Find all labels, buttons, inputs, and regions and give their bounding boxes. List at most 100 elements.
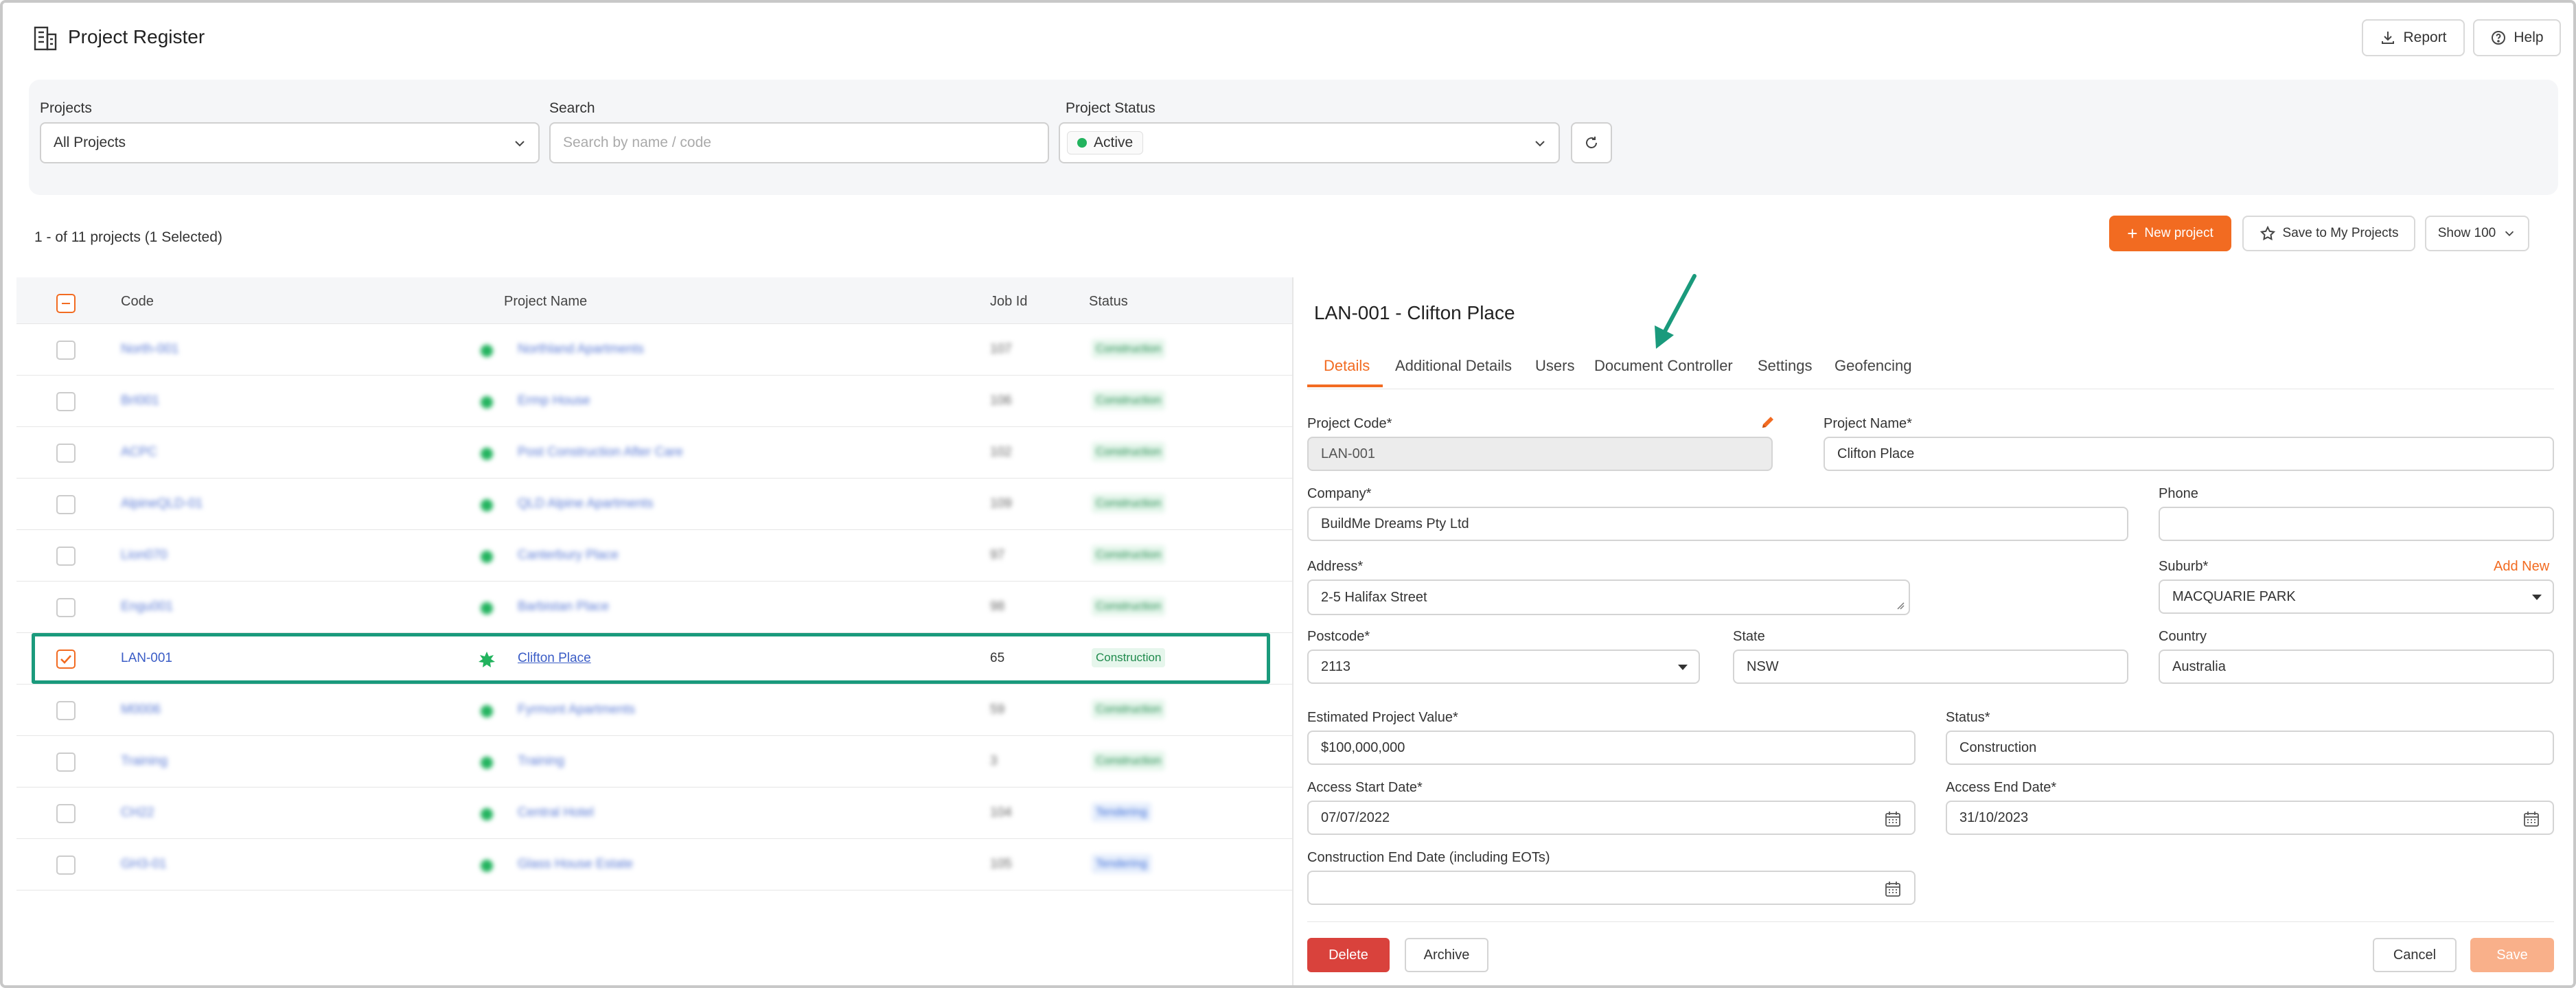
- report-button[interactable]: Report: [2362, 19, 2465, 56]
- archive-button[interactable]: Archive: [1405, 938, 1488, 972]
- table-row[interactable]: AlpineQLD-01 QLD Alpine Apartments 109 Cons…: [16, 479, 1292, 530]
- tab-document-controller[interactable]: Document Controller: [1594, 357, 1733, 375]
- row-project-name-link[interactable]: Canterbury Place: [518, 548, 619, 563]
- access-end-field[interactable]: 31/10/2023: [1946, 801, 2554, 835]
- tab-details[interactable]: Details: [1324, 357, 1370, 375]
- estimated-value-label: Estimated Project Value*: [1307, 710, 1458, 725]
- table-row[interactable]: CH22 Central Hotel 104 Tendering: [16, 788, 1292, 839]
- estimated-value-field[interactable]: $100,000,000: [1307, 731, 1916, 765]
- address-value: 2-5 Halifax Street: [1321, 589, 1427, 605]
- row-job-id: 106: [990, 393, 1012, 408]
- suburb-select[interactable]: MACQUARIE PARK: [2159, 579, 2554, 614]
- row-project-name-link[interactable]: Training: [518, 754, 564, 769]
- calendar-icon[interactable]: [1884, 880, 1902, 898]
- row-project-name-link[interactable]: Barbistan Place: [518, 599, 609, 614]
- company-field[interactable]: BuildMe Dreams Pty Ltd: [1307, 507, 2128, 541]
- row-code: ACPC: [121, 445, 157, 459]
- status-dot: [481, 448, 493, 460]
- postcode-select[interactable]: 2113: [1307, 650, 1700, 684]
- row-project-name-link[interactable]: Central Hotel: [518, 805, 594, 820]
- table-row[interactable]: ACPC Post Construction After Care 102 Const…: [16, 427, 1292, 479]
- row-code: Lion070: [121, 548, 168, 562]
- row-project-name-link[interactable]: Northland Apartments: [518, 342, 644, 357]
- search-input[interactable]: Search by name / code: [549, 122, 1049, 163]
- new-project-label: New project: [2144, 226, 2213, 240]
- table-row[interactable]: North-001 Northland Apartments 107 Construc…: [16, 324, 1292, 376]
- table-row[interactable]: M0006 Fyrmont Apartments 59 Construction: [16, 685, 1292, 736]
- row-checkbox[interactable]: [56, 855, 76, 875]
- construction-end-field[interactable]: [1307, 871, 1916, 905]
- tab-settings[interactable]: Settings: [1758, 357, 1813, 375]
- row-project-name-link[interactable]: Ermp House: [518, 393, 590, 409]
- row-status-badge: Tendering: [1092, 803, 1151, 822]
- project-name-value: Clifton Place: [1837, 446, 1915, 461]
- select-all-checkbox[interactable]: [56, 294, 76, 313]
- project-status-select[interactable]: Active: [1059, 122, 1560, 163]
- status-chip-active[interactable]: Active: [1067, 131, 1144, 154]
- row-checkbox[interactable]: [56, 547, 76, 566]
- row-checkbox[interactable]: [56, 804, 76, 823]
- help-button[interactable]: Help: [2473, 19, 2561, 56]
- panel-divider: [1292, 277, 1293, 985]
- resize-grip-icon[interactable]: [1896, 601, 1905, 610]
- construction-end-label: Construction End Date (including EOTs): [1307, 850, 1550, 865]
- tab-additional-details[interactable]: Additional Details: [1395, 357, 1512, 375]
- column-header-code[interactable]: Code: [121, 294, 154, 310]
- row-checkbox[interactable]: [56, 701, 76, 720]
- state-field[interactable]: NSW: [1733, 650, 2128, 684]
- projects-select[interactable]: All Projects: [40, 122, 540, 163]
- table-row[interactable]: GH3-01 Glass House Estate 105 Tendering: [16, 839, 1292, 891]
- calendar-icon[interactable]: [2522, 810, 2540, 828]
- row-project-name-link[interactable]: Glass House Estate: [518, 857, 633, 872]
- cancel-button[interactable]: Cancel: [2373, 938, 2457, 972]
- caret-down-icon: [2532, 595, 2542, 600]
- status-field[interactable]: Construction: [1946, 731, 2554, 765]
- delete-button[interactable]: Delete: [1307, 938, 1390, 972]
- add-new-suburb-link[interactable]: Add New: [2494, 559, 2549, 575]
- save-button[interactable]: Save: [2470, 938, 2554, 972]
- new-project-button[interactable]: + New project: [2109, 216, 2231, 251]
- column-header-job-id[interactable]: Job Id: [990, 294, 1027, 310]
- tab-geofencing[interactable]: Geofencing: [1835, 357, 1912, 375]
- table-row[interactable]: BrI001 Ermp House 106 Construction: [16, 376, 1292, 427]
- row-status-badge: Construction: [1092, 494, 1166, 513]
- refresh-button[interactable]: [1571, 122, 1612, 163]
- row-checkbox[interactable]: [56, 495, 76, 514]
- table-header: Code Project Name Job Id Status: [16, 277, 1292, 324]
- row-checkbox[interactable]: [56, 753, 76, 772]
- project-status-label: Project Status: [1066, 100, 1155, 116]
- edit-pencil-icon[interactable]: [1760, 415, 1775, 430]
- phone-field[interactable]: [2159, 507, 2554, 541]
- results-count: 1 - of 11 projects (1 Selected): [34, 229, 222, 245]
- row-job-id: 98: [990, 599, 1005, 614]
- row-checkbox[interactable]: [56, 341, 76, 360]
- country-field[interactable]: Australia: [2159, 650, 2554, 684]
- row-status-badge: Construction: [1092, 442, 1166, 461]
- table-row[interactable]: Lion070 Canterbury Place 97 Construction: [16, 530, 1292, 582]
- access-start-field[interactable]: 07/07/2022: [1307, 801, 1916, 835]
- tab-users[interactable]: Users: [1535, 357, 1574, 375]
- row-project-name-link[interactable]: Fyrmont Apartments: [518, 702, 635, 717]
- footer-divider: [1307, 921, 2554, 922]
- column-header-project-name[interactable]: Project Name: [504, 294, 587, 310]
- address-field[interactable]: 2-5 Halifax Street: [1307, 579, 1910, 615]
- project-name-field[interactable]: Clifton Place: [1824, 437, 2554, 471]
- caret-down-icon: [1678, 665, 1688, 670]
- row-code: Engu001: [121, 599, 174, 614]
- row-checkbox[interactable]: [56, 444, 76, 463]
- row-checkbox[interactable]: [56, 392, 76, 411]
- column-header-status[interactable]: Status: [1089, 294, 1128, 310]
- row-checkbox[interactable]: [56, 598, 76, 617]
- row-project-name-link[interactable]: Post Construction After Care: [518, 445, 683, 460]
- save-to-my-projects-label: Save to My Projects: [2282, 226, 2399, 240]
- table-row[interactable]: Training Training 3 Construction: [16, 736, 1292, 788]
- project-code-value: LAN-001: [1321, 446, 1375, 461]
- row-project-name-link[interactable]: QLD Alpine Apartments: [518, 496, 654, 512]
- save-to-my-projects-button[interactable]: Save to My Projects: [2242, 216, 2415, 251]
- calendar-icon[interactable]: [1884, 810, 1902, 828]
- page-title: Project Register: [68, 26, 205, 47]
- page-size-select[interactable]: Show 100: [2425, 216, 2529, 251]
- row-job-id: 102: [990, 445, 1012, 459]
- table-row[interactable]: Engu001 Barbistan Place 98 Construction: [16, 582, 1292, 633]
- country-value: Australia: [2172, 658, 2226, 674]
